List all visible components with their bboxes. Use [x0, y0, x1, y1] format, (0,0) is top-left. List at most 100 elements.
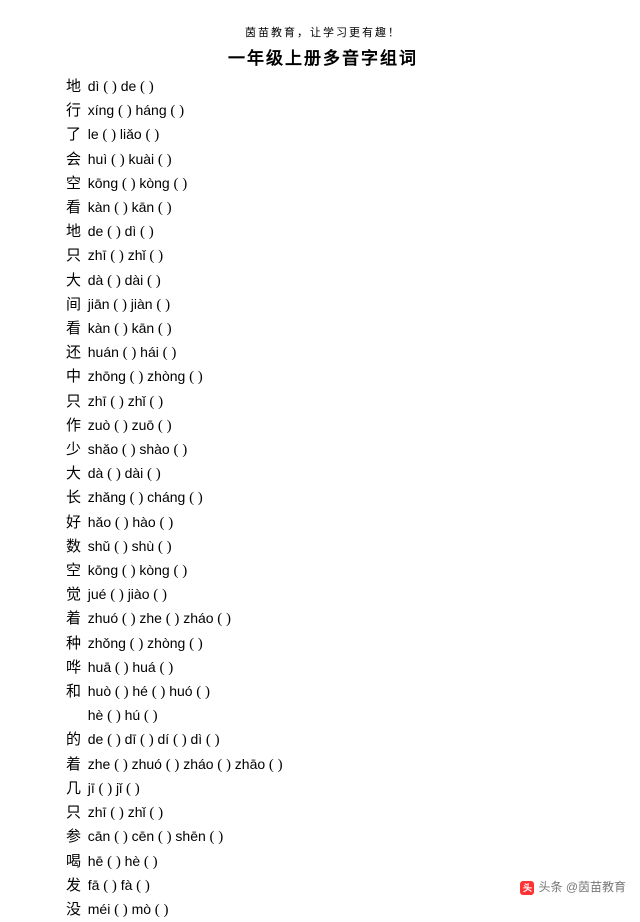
worksheet-row: 看 kàn ( ) kān ( ): [66, 317, 580, 341]
pinyin: hú: [125, 707, 141, 723]
pinyin: cēn: [132, 828, 155, 844]
hanzi: 中: [66, 366, 84, 389]
worksheet-row: 大 dà ( ) dài ( ): [66, 269, 580, 293]
pinyin: zháo: [183, 756, 213, 772]
hanzi: 种: [66, 633, 84, 656]
pinyin: zhōng: [88, 368, 126, 384]
pinyin: jiào: [128, 586, 150, 602]
hanzi: 着: [66, 754, 84, 777]
pinyin: dì: [190, 731, 202, 747]
pinyin: zhe: [88, 756, 111, 772]
worksheet-row: 行 xíng ( ) háng ( ): [66, 99, 580, 123]
pinyin: hǎo: [88, 514, 111, 530]
pinyin: de: [88, 223, 104, 239]
pinyin: jiān: [88, 296, 110, 312]
pinyin: zhǒng: [88, 635, 126, 651]
worksheet-row: 地 de ( ) dì ( ): [66, 220, 580, 244]
pinyin: zhī: [88, 804, 107, 820]
pinyin: hè: [125, 853, 141, 869]
footer-credit: 头头条 @茵苗教育: [520, 878, 626, 895]
worksheet-row: 只 zhī ( ) zhǐ ( ): [66, 801, 580, 825]
pinyin: mò: [132, 901, 151, 917]
pinyin: hé: [132, 683, 148, 699]
pinyin: hè: [88, 707, 104, 723]
hanzi: 只: [66, 391, 84, 414]
hanzi: 会: [66, 149, 84, 172]
hanzi: 看: [66, 318, 84, 341]
footer-prefix: 头条: [538, 880, 565, 894]
worksheet-row: 看 kàn ( ) kān ( ): [66, 196, 580, 220]
pinyin: kōng: [88, 175, 118, 191]
pinyin: shào: [139, 441, 169, 457]
hanzi: 几: [66, 778, 84, 801]
pinyin: jué: [88, 586, 107, 602]
hanzi: 大: [66, 270, 84, 293]
pinyin: cān: [88, 828, 111, 844]
worksheet-row: 着 zhuó ( ) zhe ( ) zháo ( ): [66, 607, 580, 631]
pinyin: le: [88, 126, 99, 142]
pinyin: shēn: [175, 828, 205, 844]
pinyin: zhòng: [147, 635, 185, 651]
worksheet-row: 哗 huā ( ) huá ( ): [66, 656, 580, 680]
pinyin: dì: [125, 223, 137, 239]
worksheet-row: 觉 jué ( ) jiào ( ): [66, 583, 580, 607]
hanzi: 少: [66, 439, 84, 462]
hanzi: 还: [66, 342, 84, 365]
pinyin: hái: [140, 344, 159, 360]
pinyin: huá: [132, 659, 155, 675]
pinyin: dài: [125, 272, 144, 288]
pinyin: dà: [88, 272, 104, 288]
hanzi: 着: [66, 608, 84, 631]
pinyin: zhǐ: [128, 804, 146, 820]
pinyin: zhī: [88, 247, 107, 263]
pinyin: zhe: [139, 610, 162, 626]
hanzi: 了: [66, 124, 84, 147]
hanzi: 地: [66, 76, 84, 99]
worksheet-row: 作 zuò ( ) zuō ( ): [66, 414, 580, 438]
pinyin: huā: [88, 659, 111, 675]
worksheet-row: 数 shǔ ( ) shù ( ): [66, 535, 580, 559]
page-title: 一年级上册多音字组词: [66, 44, 580, 69]
pinyin: de: [88, 731, 104, 747]
hanzi: 长: [66, 487, 84, 510]
pinyin: jǐ: [116, 780, 122, 796]
pinyin: dài: [125, 465, 144, 481]
hanzi: 好: [66, 512, 84, 535]
pinyin: fā: [88, 877, 100, 893]
pinyin: háng: [135, 102, 166, 118]
worksheet-row: 大 dà ( ) dài ( ): [66, 462, 580, 486]
hanzi: 行: [66, 100, 84, 123]
worksheet-row: 只 zhī ( ) zhǐ ( ): [66, 244, 580, 268]
hanzi: 空: [66, 560, 84, 583]
hanzi: 喝: [66, 851, 84, 874]
pinyin: dí: [158, 731, 170, 747]
pinyin: liǎo: [120, 126, 142, 142]
hanzi: 和: [66, 681, 84, 704]
toutiao-icon: 头: [520, 881, 534, 895]
pinyin: zhuó: [88, 610, 118, 626]
pinyin: huò: [88, 683, 111, 699]
worksheet-row: 地 dì ( ) de ( ): [66, 75, 580, 99]
hanzi: 参: [66, 826, 84, 849]
pinyin: zhī: [88, 393, 107, 409]
pinyin: kān: [132, 320, 155, 336]
pinyin: jiàn: [131, 296, 153, 312]
worksheet-row: 长 zhǎng ( ) cháng ( ): [66, 486, 580, 510]
pinyin: xíng: [88, 102, 114, 118]
hanzi: 发: [66, 875, 84, 898]
pinyin: kòng: [139, 175, 169, 191]
pinyin: huì: [88, 151, 107, 167]
pinyin: zhǐ: [128, 247, 146, 263]
pinyin: de: [121, 78, 137, 94]
worksheet-row: hè ( ) hú ( ): [66, 704, 580, 728]
pinyin: zuò: [88, 417, 111, 433]
pinyin: kōng: [88, 562, 118, 578]
pinyin: cháng: [147, 489, 185, 505]
pinyin: zhǐ: [128, 393, 146, 409]
pinyin: hē: [88, 853, 104, 869]
pinyin: dà: [88, 465, 104, 481]
worksheet-row: 着 zhe ( ) zhuó ( ) zháo ( ) zhāo ( ): [66, 753, 580, 777]
pinyin: kàn: [88, 320, 111, 336]
pinyin: huó: [169, 683, 192, 699]
pinyin: dì: [88, 78, 100, 94]
